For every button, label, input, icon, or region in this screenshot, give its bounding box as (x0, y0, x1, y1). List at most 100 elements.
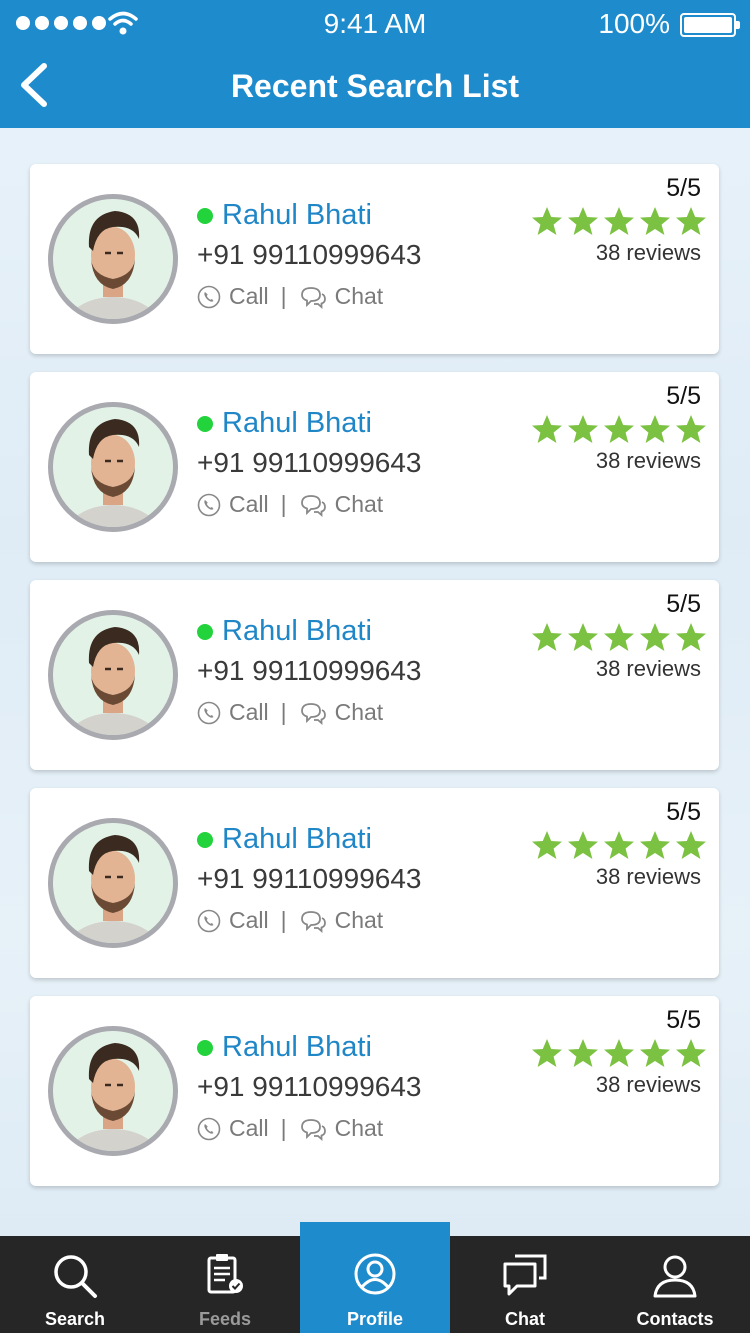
call-link[interactable]: Call (229, 907, 269, 934)
star-icon (639, 1038, 671, 1073)
reviews-count[interactable]: 38 reviews (596, 864, 701, 890)
online-status-dot (197, 832, 213, 848)
phone-icon (197, 285, 221, 308)
star-icon (531, 206, 563, 241)
action-separator: | (280, 907, 287, 933)
app-header: 9:41 AM 100% Recent Search List (0, 0, 750, 128)
contact-name[interactable]: Rahul Bhati (222, 1031, 372, 1064)
star-rating (531, 414, 707, 449)
contact-phone: +91 99110999643 (197, 239, 422, 270)
recent-search-list: Rahul Bhati +91 99110999643 Call | Chat … (30, 164, 719, 1204)
contact-actions: Call | Chat (197, 1115, 383, 1142)
action-separator: | (280, 491, 287, 517)
battery-percentage: 100% (598, 8, 670, 39)
star-icon (675, 414, 707, 449)
contact-actions: Call | Chat (197, 491, 383, 518)
rating-score: 5/5 (666, 1006, 701, 1034)
call-link[interactable]: Call (229, 283, 269, 310)
star-icon (675, 1038, 707, 1073)
action-separator: | (280, 1115, 287, 1141)
star-icon (567, 622, 599, 657)
star-icon (603, 1038, 635, 1073)
search-result-card[interactable]: Rahul Bhati +91 99110999643 Call | Chat … (30, 164, 719, 354)
rating-score: 5/5 (666, 382, 701, 410)
search-result-card[interactable]: Rahul Bhati +91 99110999643 Call | Chat … (30, 996, 719, 1186)
phone-icon (197, 1117, 221, 1140)
avatar[interactable] (48, 818, 178, 948)
search-result-card[interactable]: Rahul Bhati +91 99110999643 Call | Chat … (30, 580, 719, 770)
tab-profile[interactable]: Profile (300, 1222, 450, 1333)
tab-chat[interactable]: Chat (450, 1236, 600, 1333)
avatar[interactable] (48, 1026, 178, 1156)
phone-icon (197, 701, 221, 724)
reviews-count[interactable]: 38 reviews (596, 656, 701, 682)
contact-actions: Call | Chat (197, 699, 383, 726)
star-icon (639, 206, 671, 241)
star-icon (675, 622, 707, 657)
tab-contacts[interactable]: Contacts (600, 1236, 750, 1333)
feeds-icon (207, 1254, 243, 1294)
avatar[interactable] (48, 194, 178, 324)
rating-score: 5/5 (666, 590, 701, 618)
chat-link[interactable]: Chat (335, 491, 384, 518)
tab-search[interactable]: Search (0, 1236, 150, 1333)
star-icon (639, 622, 671, 657)
chat-link[interactable]: Chat (335, 699, 384, 726)
star-rating (531, 830, 707, 865)
chat-bubble-icon (300, 1118, 326, 1141)
search-result-card[interactable]: Rahul Bhati +91 99110999643 Call | Chat … (30, 788, 719, 978)
online-status-dot (197, 416, 213, 432)
bottom-tab-bar: Search Feeds Profile Chat Contacts (0, 1222, 750, 1333)
online-status-dot (197, 208, 213, 224)
star-icon (675, 206, 707, 241)
phone-icon (197, 909, 221, 932)
star-rating (531, 622, 707, 657)
chat-bubble-icon (300, 702, 326, 725)
contact-phone: +91 99110999643 (197, 447, 422, 478)
avatar[interactable] (48, 402, 178, 532)
contact-actions: Call | Chat (197, 283, 383, 310)
star-icon (603, 622, 635, 657)
chat-link[interactable]: Chat (335, 1115, 384, 1142)
chat-bubble-icon (300, 494, 326, 517)
star-icon (603, 206, 635, 241)
rating-score: 5/5 (666, 174, 701, 202)
tab-profile-label: Profile (346, 1309, 403, 1329)
tab-feeds[interactable]: Feeds (150, 1236, 300, 1333)
star-icon (603, 414, 635, 449)
profile-icon (354, 1253, 396, 1295)
action-separator: | (280, 283, 287, 309)
contact-name[interactable]: Rahul Bhati (222, 615, 372, 648)
star-icon (531, 622, 563, 657)
star-rating (531, 206, 707, 241)
reviews-count[interactable]: 38 reviews (596, 240, 701, 266)
phone-icon (197, 493, 221, 516)
contact-actions: Call | Chat (197, 907, 383, 934)
reviews-count[interactable]: 38 reviews (596, 448, 701, 474)
tab-contacts-label: Contacts (636, 1309, 714, 1329)
star-icon (531, 414, 563, 449)
tab-feeds-label: Feeds (198, 1309, 252, 1329)
search-result-card[interactable]: Rahul Bhati +91 99110999643 Call | Chat … (30, 372, 719, 562)
tab-search-label: Search (44, 1309, 106, 1329)
online-status-dot (197, 624, 213, 640)
call-link[interactable]: Call (229, 1115, 269, 1142)
call-link[interactable]: Call (229, 699, 269, 726)
star-icon (531, 830, 563, 865)
contact-name[interactable]: Rahul Bhati (222, 407, 372, 440)
call-link[interactable]: Call (229, 491, 269, 518)
contact-name[interactable]: Rahul Bhati (222, 199, 372, 232)
avatar[interactable] (48, 610, 178, 740)
star-icon (567, 414, 599, 449)
star-icon (639, 414, 671, 449)
reviews-count[interactable]: 38 reviews (596, 1072, 701, 1098)
contact-name[interactable]: Rahul Bhati (222, 823, 372, 856)
chat-link[interactable]: Chat (335, 907, 384, 934)
chat-link[interactable]: Chat (335, 283, 384, 310)
star-icon (675, 830, 707, 865)
page-title: Recent Search List (230, 68, 520, 104)
star-icon (567, 206, 599, 241)
online-status-dot (197, 1040, 213, 1056)
contact-phone: +91 99110999643 (197, 863, 422, 894)
star-icon (603, 830, 635, 865)
